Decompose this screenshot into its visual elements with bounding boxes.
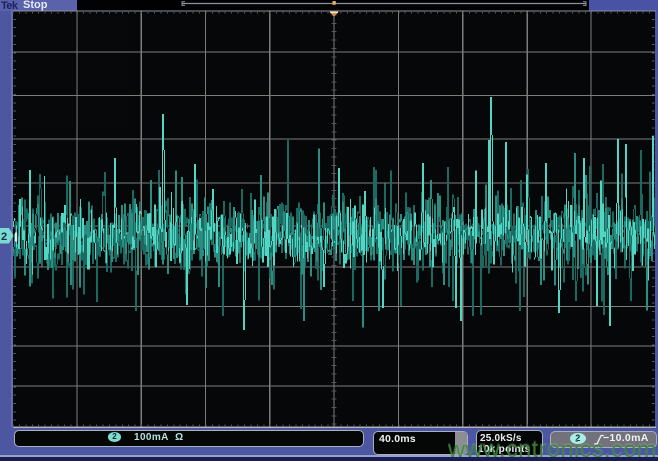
svg-text:2: 2 [1, 231, 7, 243]
